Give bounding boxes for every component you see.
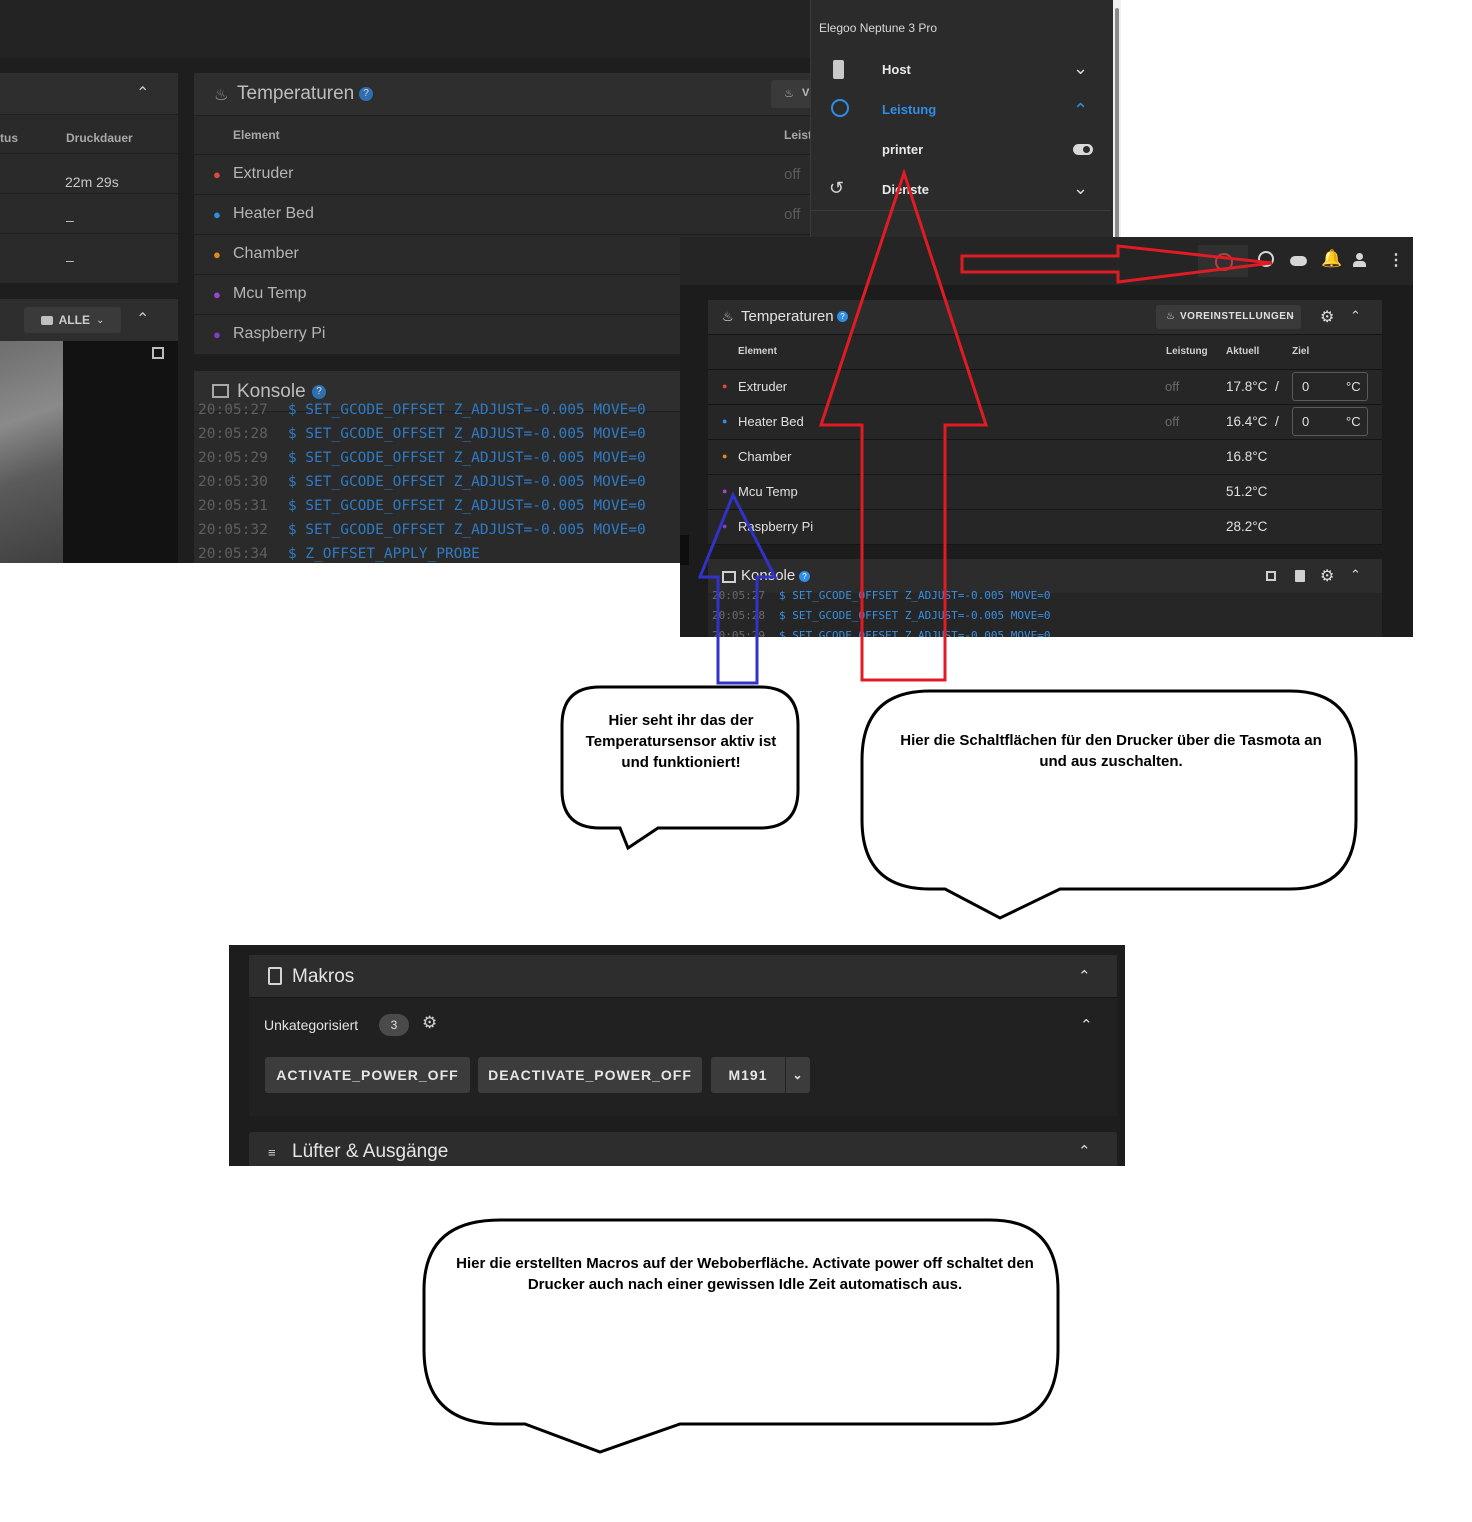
blue-arrow-vertical xyxy=(697,491,778,685)
bubble-text-macros: Hier die erstellten Macros auf der Webob… xyxy=(456,1255,1034,1293)
bubble-text-sensor: Hier seht ihr das der Temperatursensor a… xyxy=(585,712,777,771)
bubble-text-tasmota: Hier die Schaltflächen für den Drucker ü… xyxy=(900,732,1322,770)
red-arrow-horizontal xyxy=(960,244,1273,284)
red-arrow-vertical xyxy=(818,168,989,682)
speech-bubble-tasmota xyxy=(860,689,1358,920)
